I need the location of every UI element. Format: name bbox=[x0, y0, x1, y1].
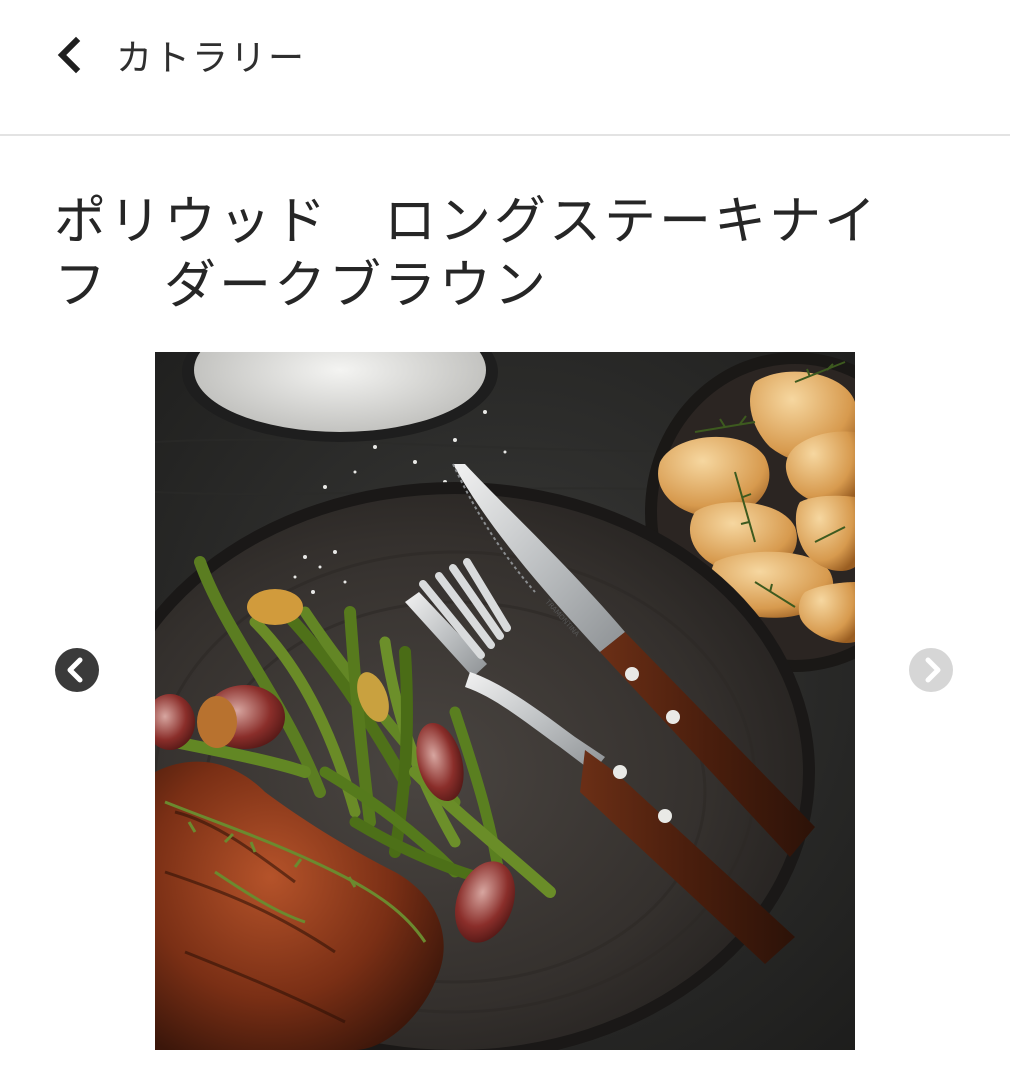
product-title-line-2: フ ダークブラウン bbox=[54, 256, 550, 316]
back-button[interactable]: カトラリー bbox=[40, 20, 340, 90]
top-navigation-bar: カトラリー bbox=[0, 0, 1010, 136]
carousel-prev-button[interactable] bbox=[55, 648, 99, 692]
back-label: カトラリー bbox=[116, 38, 307, 79]
product-image-carousel[interactable]: TRAMONTINA bbox=[155, 352, 855, 1050]
chevron-right-circle-icon bbox=[909, 648, 953, 692]
product-title: ポリウッド ロングステーキナイ フ ダークブラウン bbox=[54, 190, 894, 318]
product-photo: TRAMONTINA bbox=[155, 352, 855, 1050]
chevron-left-circle-icon bbox=[55, 648, 99, 692]
chevron-left-icon bbox=[57, 36, 81, 74]
product-title-line-1: ポリウッド ロングステーキナイ bbox=[54, 192, 880, 252]
carousel-next-button[interactable] bbox=[909, 648, 953, 692]
